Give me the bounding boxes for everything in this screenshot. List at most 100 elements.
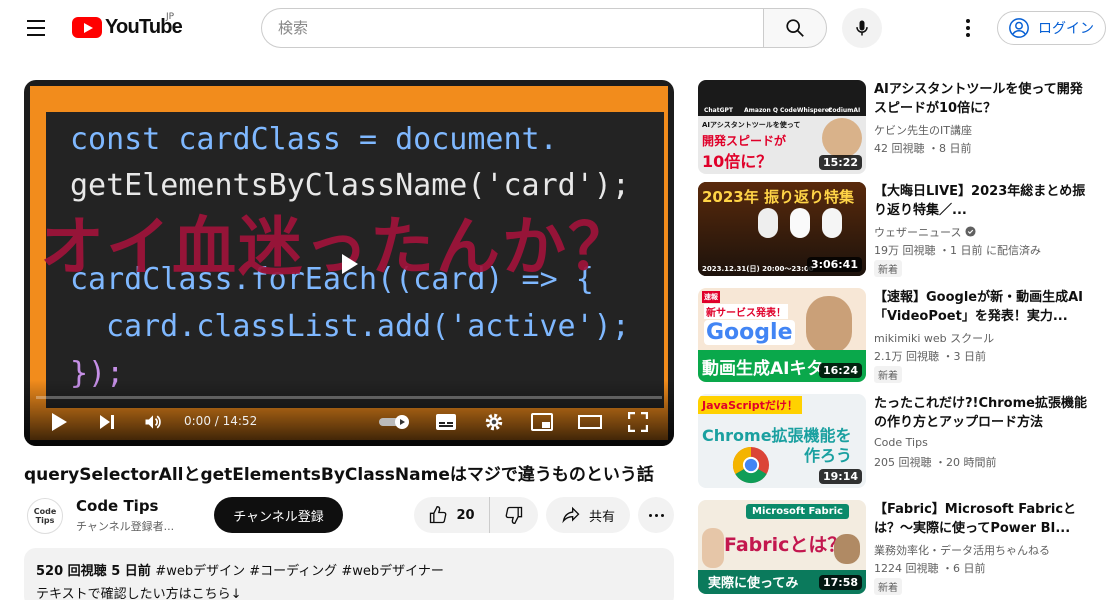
thumb-text: 2023.12.31(日) 20:00～23:00 bbox=[702, 265, 814, 273]
thumb-text: 動画生成AIキタ bbox=[702, 359, 824, 379]
recommendation-title[interactable]: 【大晦日LIVE】2023年総まとめ振り返り特集／... bbox=[874, 182, 1094, 220]
volume-icon bbox=[145, 415, 161, 429]
new-badge: 新着 bbox=[874, 578, 902, 595]
video-player[interactable]: const cardClass = document. getElementsB… bbox=[24, 80, 674, 446]
thumb-logo-amazonq: Amazon Q bbox=[744, 107, 779, 114]
recommendation-item[interactable]: 2023年 振り返り特集 2023.12.31(日) 20:00～23:00 3… bbox=[698, 182, 1098, 278]
play-button[interactable] bbox=[48, 410, 70, 434]
search-icon bbox=[786, 19, 804, 37]
recommendation-thumbnail[interactable]: 2023年 振り返り特集 2023.12.31(日) 20:00～23:00 3… bbox=[698, 182, 866, 276]
code-line-1: const cardClass = document. bbox=[70, 122, 558, 157]
thumb-text: 10倍に？ bbox=[702, 152, 773, 171]
video-title: querySelectorAllとgetElementsByClassNameは… bbox=[24, 465, 654, 485]
dislike-button[interactable] bbox=[490, 497, 538, 533]
recommendation-meta: 1224 回視聴 ・6 日前 bbox=[874, 562, 986, 575]
gear-icon bbox=[485, 413, 503, 431]
channel-name[interactable]: Code Tips bbox=[76, 497, 159, 515]
like-button[interactable]: 20 bbox=[414, 497, 490, 533]
time-display: 0:00 / 14:52 bbox=[184, 414, 258, 428]
thumb-text: JavaScriptだけ！ bbox=[698, 396, 802, 414]
recommendation-title[interactable]: 【Fabric】Microsoft Fabricとは？～実際に使ってPower … bbox=[874, 500, 1094, 538]
like-dislike-group: 20 bbox=[414, 497, 538, 533]
theater-mode-icon bbox=[578, 415, 602, 429]
next-button[interactable] bbox=[96, 410, 118, 434]
progress-bar[interactable] bbox=[36, 396, 662, 399]
youtube-play-icon bbox=[72, 17, 102, 38]
theater-mode-button[interactable] bbox=[578, 410, 602, 434]
recommendation-channel[interactable]: Code Tips bbox=[874, 436, 928, 449]
recommendation-title[interactable]: AIアシスタントツールを使って開発スピードが10倍に？ bbox=[874, 80, 1094, 118]
search-input[interactable] bbox=[261, 8, 763, 48]
settings-more-icon[interactable] bbox=[952, 12, 984, 44]
thumbs-down-icon bbox=[505, 506, 523, 525]
search-button[interactable] bbox=[763, 8, 827, 48]
login-label: ログイン bbox=[1038, 21, 1094, 37]
thumb-text: 実際に使ってみ bbox=[708, 576, 799, 591]
recommendation-meta: 2.1万 回視聴 ・3 日前 bbox=[874, 350, 986, 363]
recommendation-channel[interactable]: 業務効率化・データ活用ちゃんねる bbox=[874, 542, 1050, 558]
thumb-text: 速報 bbox=[702, 291, 720, 303]
description-text: テキストで確認したい方はこちら↓ bbox=[36, 587, 242, 600]
chrome-logo-icon bbox=[732, 446, 770, 484]
thumb-logo-codiumai: CodiumAI bbox=[828, 107, 861, 114]
recommendation-channel[interactable]: mikimiki web スクール bbox=[874, 330, 994, 346]
channel-avatar[interactable]: Code Tips bbox=[27, 498, 63, 534]
autoplay-toggle-icon bbox=[379, 415, 409, 429]
account-icon bbox=[1009, 18, 1029, 38]
video-duration: 16:24 bbox=[818, 363, 862, 378]
recommendation-channel-name: ウェザーニュース bbox=[874, 226, 962, 239]
recommendation-thumbnail[interactable]: 速報 新サービス発表！ Google 動画生成AIキタ 16:24 bbox=[698, 288, 866, 382]
thumb-text: Fabricとは？ bbox=[724, 534, 847, 556]
thumb-text: 新サービス発表！ bbox=[704, 304, 788, 319]
recommendation-item[interactable]: JavaScriptだけ！ Chrome拡張機能を 作ろう 19:14 たったこ… bbox=[698, 394, 1098, 490]
microphone-icon bbox=[856, 20, 868, 36]
hamburger-menu-icon[interactable] bbox=[20, 12, 52, 44]
recommendation-title[interactable]: 【速報】Googleが新・動画生成AI「VideoPoet」を発表！実力... bbox=[874, 288, 1094, 326]
login-button[interactable]: ログイン bbox=[997, 11, 1106, 45]
controls-gradient bbox=[24, 380, 674, 446]
recommendation-channel[interactable]: ケビン先生のIT講座 bbox=[874, 122, 972, 138]
miniplayer-button[interactable] bbox=[530, 410, 554, 434]
region-code: JP bbox=[166, 12, 175, 22]
volume-button[interactable] bbox=[142, 410, 164, 434]
fullscreen-icon bbox=[628, 412, 648, 432]
share-label: 共有 bbox=[588, 509, 615, 525]
verified-icon bbox=[965, 226, 976, 237]
thumb-text: 作ろう bbox=[804, 446, 853, 465]
share-button[interactable]: 共有 bbox=[546, 497, 630, 533]
description-meta: 520 回視聴 5 日前 #webデザイン #コーディング #webデザイナー bbox=[36, 560, 662, 579]
recommendation-thumbnail[interactable]: JavaScriptだけ！ Chrome拡張機能を 作ろう 19:14 bbox=[698, 394, 866, 488]
recommendation-channel[interactable]: ウェザーニュース bbox=[874, 224, 976, 240]
subtitles-button[interactable] bbox=[434, 410, 458, 434]
recommendation-item[interactable]: 速報 新サービス発表！ Google 動画生成AIキタ 16:24 【速報】Go… bbox=[698, 288, 1098, 384]
fullscreen-button[interactable] bbox=[626, 410, 650, 434]
thumb-text: 開発スピードが bbox=[702, 134, 787, 148]
thumb-text: Microsoft Fabric bbox=[746, 504, 849, 519]
recommendation-thumbnail[interactable]: Microsoft Fabric Fabricとは？ 実際に使ってみ 17:58 bbox=[698, 500, 866, 594]
thumb-text: 2023年 振り返り特集 bbox=[702, 188, 854, 206]
like-count: 20 bbox=[456, 507, 475, 523]
recommendation-item[interactable]: ChatGPT Amazon Q CodeWhisperer CodiumAI … bbox=[698, 80, 1098, 176]
new-badge: 新着 bbox=[874, 260, 902, 277]
thumb-person bbox=[822, 118, 862, 158]
thumb-text: AIアシスタントツールを使って bbox=[702, 121, 801, 129]
subscribe-button[interactable]: チャンネル登録 bbox=[214, 497, 343, 533]
autoplay-toggle[interactable] bbox=[378, 410, 412, 434]
recommendation-meta: 42 回視聴 ・8 日前 bbox=[874, 142, 972, 155]
video-duration: 15:22 bbox=[818, 155, 862, 170]
recommendation-item[interactable]: Microsoft Fabric Fabricとは？ 実際に使ってみ 17:58… bbox=[698, 500, 1098, 596]
more-actions-button[interactable] bbox=[638, 497, 674, 533]
miniplayer-icon bbox=[531, 413, 553, 431]
voice-search-button[interactable] bbox=[842, 8, 882, 48]
thumb-logo-codewhisperer: CodeWhisperer bbox=[780, 107, 832, 114]
share-icon bbox=[562, 506, 580, 524]
recommendation-thumbnail[interactable]: ChatGPT Amazon Q CodeWhisperer CodiumAI … bbox=[698, 80, 866, 174]
settings-button[interactable] bbox=[482, 410, 506, 434]
recommendation-title[interactable]: たったこれだけ?!Chrome拡張機能の作り方とアップロード方法 bbox=[874, 394, 1094, 432]
search-box bbox=[261, 8, 827, 48]
center-play-icon[interactable] bbox=[342, 254, 358, 274]
description-box[interactable]: 520 回視聴 5 日前 #webデザイン #コーディング #webデザイナー … bbox=[24, 548, 674, 600]
thumbnail-overlay-text: オイ血迷ったんか？ bbox=[40, 211, 634, 285]
hashtags[interactable]: #webデザイン #コーディング #webデザイナー bbox=[155, 564, 444, 579]
thumbs-up-icon bbox=[430, 505, 447, 524]
